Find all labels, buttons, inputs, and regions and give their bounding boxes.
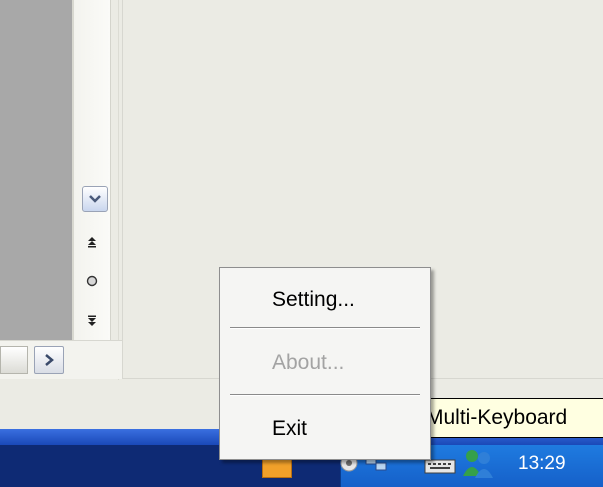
scroll-right-button[interactable] <box>34 346 64 374</box>
menu-item-setting[interactable]: Setting... <box>220 272 430 328</box>
divider <box>118 0 119 380</box>
menu-item-exit[interactable]: Exit <box>220 401 430 457</box>
left-panel <box>0 0 72 340</box>
messenger-icon[interactable] <box>458 446 498 480</box>
scroll-right-icon <box>45 354 54 366</box>
next-page-icon[interactable] <box>84 313 100 329</box>
menu-item-about: About... <box>272 351 345 374</box>
menu-separator <box>230 394 420 396</box>
vertical-scrollbar[interactable] <box>74 0 111 340</box>
scroll-dropdown-button[interactable] <box>82 186 108 212</box>
menu-separator <box>230 327 420 329</box>
select-browse-object-icon[interactable] <box>84 273 100 289</box>
scroll-left-button[interactable] <box>0 346 28 374</box>
previous-page-icon[interactable] <box>84 234 100 250</box>
input-language-indicator[interactable] <box>262 458 292 478</box>
tray-tooltip: Multi-Keyboard <box>419 398 603 438</box>
taskbar-clock[interactable]: 13:29 <box>518 452 566 476</box>
chevron-down-icon <box>89 195 101 203</box>
tray-context-menu: Setting... About... Exit <box>219 267 431 460</box>
